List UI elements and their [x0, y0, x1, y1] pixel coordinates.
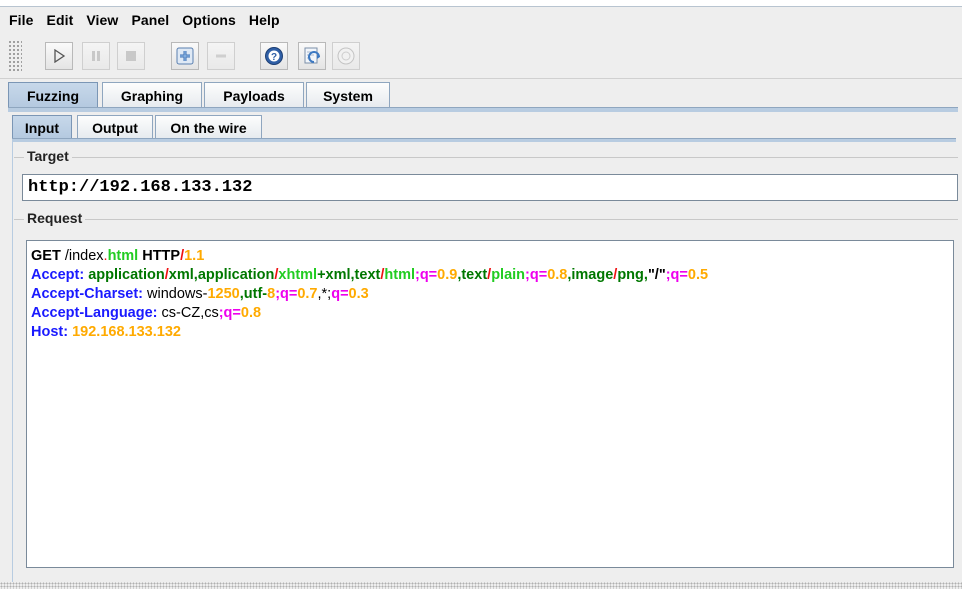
tab-fuzzing-label: Fuzzing	[26, 88, 80, 104]
refresh-button[interactable]	[298, 42, 326, 70]
tab-payloads-label: Payloads	[223, 87, 285, 104]
request-token: 0.7	[297, 286, 318, 302]
request-token: ;q=	[525, 267, 548, 283]
help-icon: ?	[265, 47, 283, 65]
minus-icon	[216, 54, 226, 58]
request-token: ,application	[193, 267, 275, 283]
status-bar-grip	[0, 582, 962, 589]
plus-icon	[176, 47, 194, 65]
target-group-title: Target	[24, 148, 72, 164]
request-token: xml	[168, 267, 194, 283]
request-token: plain	[491, 267, 526, 283]
request-token: 8	[267, 286, 276, 302]
request-token: Host	[31, 324, 64, 340]
pause-button[interactable]	[82, 42, 110, 70]
window-top-border	[0, 0, 962, 7]
request-token: 0.8	[547, 267, 568, 283]
request-token: 0.8	[240, 305, 262, 321]
request-line: GET /index.html HTTP/1.1	[31, 247, 953, 266]
request-line: Accept: application/xml,application/xhtm…	[31, 266, 953, 285]
tab-system-label: System	[323, 87, 373, 104]
request-token: Accept-Language	[31, 305, 153, 321]
request-token: cs-CZ,cs	[161, 305, 219, 321]
menu-options[interactable]: Options	[175, 12, 242, 28]
request-token: :	[152, 305, 162, 321]
request-token: q=	[331, 286, 349, 302]
pause-icon	[92, 51, 100, 61]
request-token: application	[88, 267, 165, 283]
main-tab-strip: Fuzzing Graphing Payloads System	[8, 82, 958, 109]
add-button[interactable]	[171, 42, 199, 70]
request-token: /index	[60, 248, 104, 264]
tab-payloads[interactable]: Payloads	[204, 82, 304, 108]
tab-graphing[interactable]: Graphing	[102, 82, 202, 108]
request-token: 1.1	[184, 248, 205, 264]
remove-button[interactable]	[207, 42, 235, 70]
request-token: 0.9	[437, 267, 458, 283]
request-group-border	[14, 219, 958, 220]
tab-system[interactable]: System	[306, 82, 390, 108]
start-button[interactable]	[45, 42, 73, 70]
request-token: windows-	[147, 286, 208, 302]
request-token: html	[384, 267, 415, 283]
target-url-field[interactable]: http://192.168.133.132	[22, 174, 958, 201]
toolbar: ?	[0, 34, 962, 79]
request-line: Accept-Charset: windows-1250,utf-8;q=0.7…	[31, 285, 953, 304]
target-group-border	[14, 157, 958, 158]
request-line: Host: 192.168.133.132	[31, 323, 953, 342]
request-token: ,*;	[317, 286, 332, 302]
request-token: ,text	[457, 267, 488, 283]
menu-view[interactable]: View	[79, 12, 124, 28]
request-token: Accept-Charset	[31, 286, 139, 302]
request-token: ;q=	[665, 267, 688, 283]
request-token: :	[63, 324, 73, 340]
stop-icon	[126, 51, 136, 61]
tab-on-the-wire[interactable]: On the wire	[155, 115, 262, 139]
tab-input-label: Input	[24, 120, 60, 136]
play-icon	[54, 49, 66, 63]
request-token: ,image	[567, 267, 614, 283]
sub-tab-strip: Input Output On the wire	[12, 115, 958, 140]
help-button[interactable]: ?	[260, 42, 288, 70]
refresh-icon	[304, 47, 320, 64]
menu-edit[interactable]: Edit	[40, 12, 80, 28]
tab-output-label: Output	[92, 119, 138, 136]
request-token: Accept	[31, 267, 80, 283]
stop-button[interactable]	[117, 42, 145, 70]
request-token: +xml,text	[317, 267, 381, 283]
request-editor[interactable]: GET /index.html HTTP/1.1 Accept: applicat…	[26, 240, 954, 568]
request-token: :	[138, 286, 148, 302]
request-token: "/"	[647, 267, 666, 283]
request-token: 1250	[207, 286, 240, 302]
request-token: ,utf-	[239, 286, 268, 302]
record-button[interactable]	[332, 42, 360, 70]
tab-fuzzing[interactable]: Fuzzing	[8, 82, 98, 109]
request-token: GET	[31, 248, 61, 264]
tab-input[interactable]: Input	[12, 115, 72, 140]
request-token: 0.3	[348, 286, 369, 302]
request-token: xhtml	[278, 267, 318, 283]
menu-file[interactable]: File	[0, 12, 40, 28]
request-token: ;q=	[218, 305, 241, 321]
request-token: ;q=	[275, 286, 298, 302]
menubar: File Edit View Panel Options Help	[0, 7, 962, 33]
request-group-title: Request	[24, 210, 86, 226]
request-token: html	[107, 248, 139, 264]
request-line: Accept-Language: cs-CZ,cs;q=0.8	[31, 304, 953, 323]
svg-text:?: ?	[271, 52, 277, 63]
main-tab-underline	[8, 107, 958, 112]
request-token: ;q=	[415, 267, 438, 283]
tab-graphing-label: Graphing	[120, 87, 184, 104]
tab-output[interactable]: Output	[77, 115, 153, 139]
menu-help[interactable]: Help	[242, 12, 286, 28]
record-icon	[337, 47, 355, 65]
toolbar-grip-handle[interactable]	[8, 40, 22, 72]
request-token: 192.168.133.132	[72, 324, 181, 340]
request-token: 0.5	[687, 267, 709, 283]
tab-on-the-wire-label: On the wire	[170, 119, 247, 136]
request-token: png,	[617, 267, 648, 283]
menu-panel[interactable]: Panel	[124, 12, 175, 28]
request-token: HTTP	[142, 248, 181, 264]
request-token: :	[79, 267, 89, 283]
